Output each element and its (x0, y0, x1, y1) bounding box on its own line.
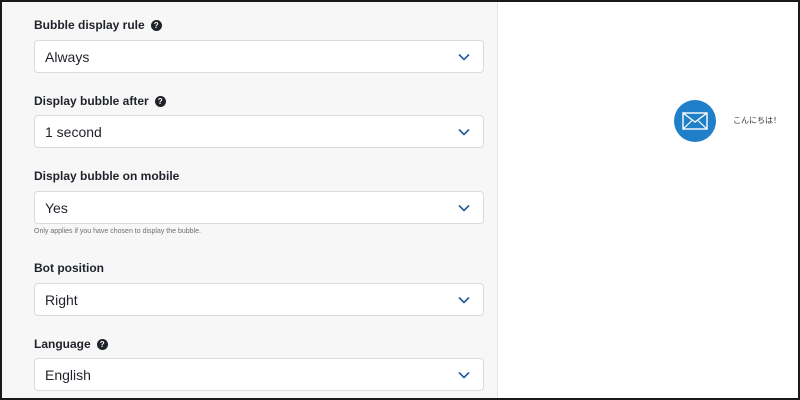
bot-position-label: Bot position (34, 261, 104, 275)
display-bubble-after-label: Display bubble after ? (34, 94, 166, 108)
language-label: Language ? (34, 337, 108, 351)
bot-position-value: Right (45, 291, 78, 308)
bubble-display-rule-value: Always (45, 48, 90, 65)
bot-position-label-text: Bot position (34, 261, 104, 275)
chevron-down-icon (458, 204, 470, 212)
display-bubble-on-mobile-value: Yes (45, 199, 68, 216)
display-bubble-on-mobile-label-text: Display bubble on mobile (34, 169, 180, 183)
display-bubble-on-mobile-select[interactable]: Yes (34, 191, 484, 224)
language-label-text: Language (34, 337, 91, 351)
bot-position-select[interactable]: Right (34, 283, 484, 316)
help-icon[interactable]: ? (150, 19, 162, 31)
language-value: English (45, 366, 91, 383)
help-icon[interactable]: ? (96, 338, 108, 350)
envelope-icon (682, 112, 708, 130)
display-bubble-after-value: 1 second (45, 123, 102, 140)
bubble-display-rule-label-text: Bubble display rule (34, 18, 145, 32)
chevron-down-icon (458, 371, 470, 379)
mobile-hint-text: Only applies if you have chosen to displ… (34, 228, 201, 235)
language-select[interactable]: English (34, 358, 484, 391)
chevron-down-icon (458, 53, 470, 61)
display-bubble-after-select[interactable]: 1 second (34, 115, 484, 148)
settings-panel: Bubble display rule ? Always Display bub… (2, 2, 498, 398)
display-bubble-on-mobile-label: Display bubble on mobile (34, 169, 179, 183)
chat-bubble-button[interactable] (674, 100, 716, 142)
bubble-display-rule-select[interactable]: Always (34, 40, 484, 73)
chevron-down-icon (458, 128, 470, 136)
preview-panel: こんにちは！ (498, 2, 798, 398)
help-icon[interactable]: ? (154, 95, 166, 107)
chevron-down-icon (458, 296, 470, 304)
display-bubble-after-label-text: Display bubble after (34, 94, 149, 108)
bubble-greeting-text: こんにちは！ (733, 116, 781, 125)
app-frame: Bubble display rule ? Always Display bub… (0, 0, 800, 400)
bubble-display-rule-label: Bubble display rule ? (34, 18, 162, 32)
